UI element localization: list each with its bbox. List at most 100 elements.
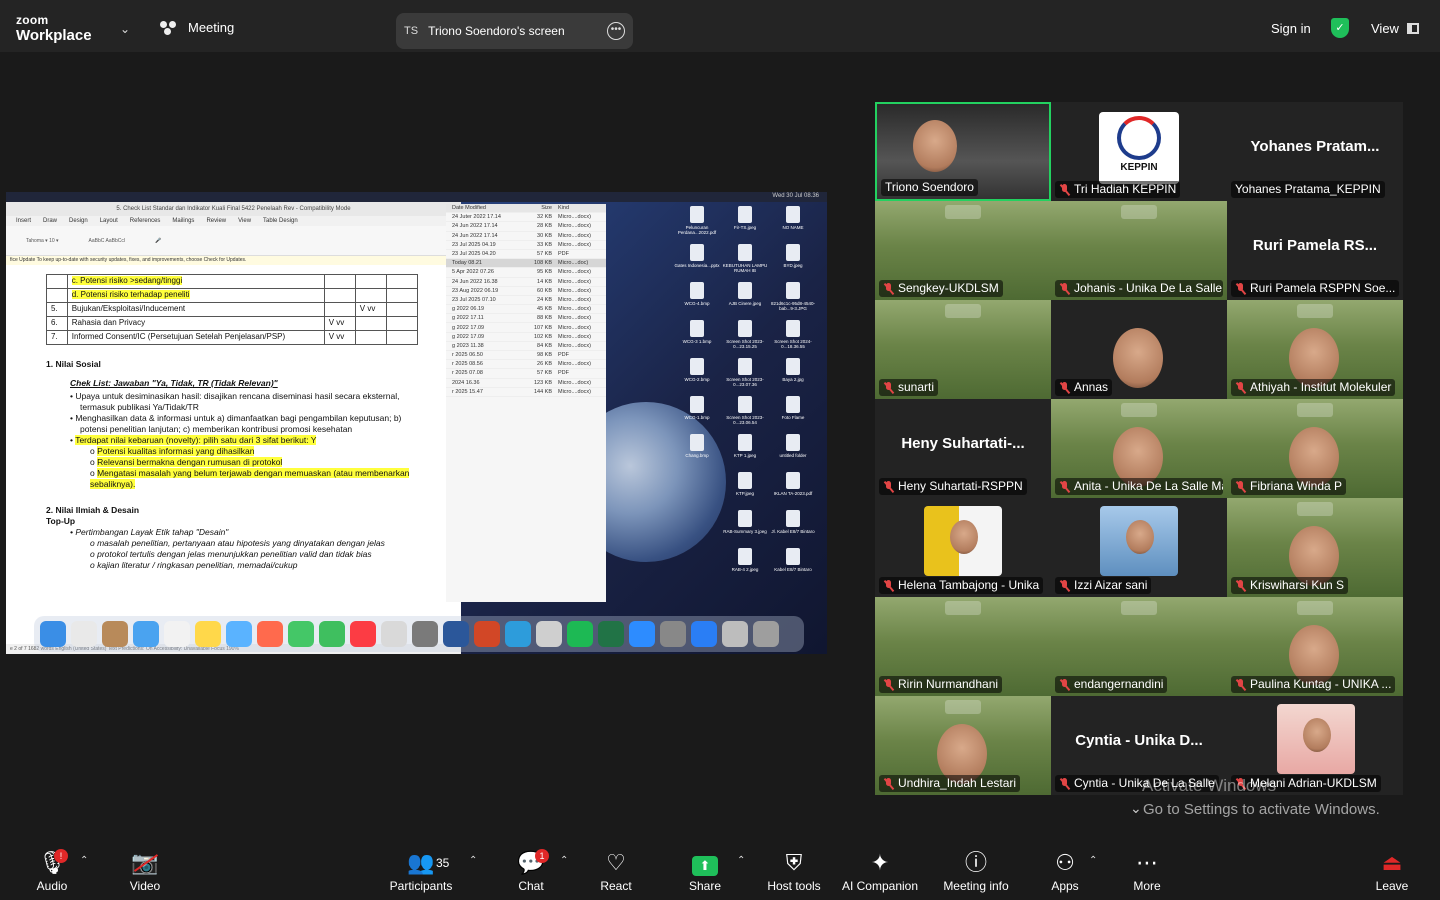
participant-tile[interactable]: Athiyah - Institut Molekuler [1227, 300, 1403, 399]
dock-app-icon[interactable] [474, 621, 500, 647]
desktop-file-icon[interactable]: 821d6c1c-95d8-4540-bab...9-3.JPG [770, 282, 816, 311]
host-tools-button[interactable]: ⛨ Host tools [764, 849, 824, 893]
finder-file-row[interactable]: r 2025 07.08 57 KB PDF [446, 369, 606, 379]
dock-app-icon[interactable] [660, 621, 686, 647]
dock-app-icon[interactable] [288, 621, 314, 647]
dock-app-icon[interactable] [443, 621, 469, 647]
desktop-file-icon[interactable]: IKLAN TA-2023.pdf [770, 472, 816, 496]
desktop-file-icon[interactable]: RAB-Summary 3.jpeg [722, 510, 768, 534]
chat-options-caret[interactable]: ⌃ [560, 855, 568, 866]
finder-file-row[interactable]: 5 Apr 2022 07.26 95 KB Micro....docx) [446, 268, 606, 278]
more-button[interactable]: ⋯ More [1130, 849, 1164, 893]
more-options-icon[interactable]: ••• [607, 22, 625, 40]
ribbon-tab[interactable]: View [238, 218, 251, 224]
shared-screen-pill[interactable]: TS Triono Soendoro's screen ••• [396, 13, 633, 49]
finder-file-row[interactable]: r 2025 08.56 26 KB Micro....docx) [446, 360, 606, 370]
participant-tile[interactable]: Izzi Aizar sani [1051, 498, 1227, 597]
shared-screen-content[interactable]: Wed 30 Jul 08.36 5. Check List Standar d… [6, 192, 827, 654]
ai-companion-button[interactable]: ✦ AI Companion [840, 849, 920, 893]
desktop-file-icon[interactable]: Jl. Kabel E8/7 Bintaro [770, 510, 816, 534]
participant-tile[interactable]: Johanis - Unika De La Salle Manado [1051, 201, 1227, 300]
finder-file-row[interactable]: g 2022 17.09 107 KB Micro....docx) [446, 323, 606, 333]
finder-file-row[interactable]: g 2022 17.11 88 KB Micro....docx) [446, 314, 606, 324]
audio-options-caret[interactable]: ⌃ [80, 855, 88, 866]
zoom-workplace-logo[interactable]: zoom Workplace [16, 14, 92, 43]
finder-file-row[interactable]: 24 Juter 2022 17.14 32 KB Micro....docx) [446, 213, 606, 223]
apps-options-caret[interactable]: ⌃ [1089, 855, 1097, 866]
finder-file-row[interactable]: g 2023 11.38 84 KB Micro....docx) [446, 342, 606, 351]
desktop-file-icon[interactable]: Peluncuran Perdana...2022.pdf [674, 206, 720, 235]
dock-app-icon[interactable] [133, 621, 159, 647]
dock-app-icon[interactable] [691, 621, 717, 647]
chat-button[interactable]: 💬 1 Chat [514, 849, 549, 893]
ribbon-tab[interactable]: Mailings [172, 218, 194, 224]
dock-app-icon[interactable] [226, 621, 252, 647]
finder-file-row[interactable]: 23 Jul 2025 04.20 57 KB PDF [446, 250, 606, 260]
ribbon-tab[interactable]: Insert [16, 218, 31, 224]
participant-tile[interactable]: Annas [1051, 300, 1227, 399]
desktop-file-icon[interactable]: NO NAME [770, 206, 816, 230]
desktop-file-icon[interactable]: KEBUTUHAN LAMPU RUMAH IB [722, 244, 768, 273]
audio-button[interactable]: 🎙! Audio [34, 849, 70, 893]
desktop-file-icon[interactable]: WCG-3 1.bmp [674, 320, 720, 344]
participant-tile[interactable]: KEPPIN Tri Hadiah KEPPIN [1051, 102, 1227, 201]
react-button[interactable]: ♡ React [598, 849, 634, 893]
dock-app-icon[interactable] [195, 621, 221, 647]
desktop-file-icon[interactable]: Screen Shot 2023-0...23.06.54 [722, 396, 768, 425]
participant-tile[interactable]: Sengkey-UKDLSM [875, 201, 1051, 300]
desktop-file-icon[interactable]: Screen Shot 2023-0...23.15.25 [722, 320, 768, 349]
share-options-caret[interactable]: ⌃ [737, 855, 745, 866]
desktop-file-icon[interactable]: Screen Shot 2024-0...18.36.55 [770, 320, 816, 349]
ribbon-tab[interactable]: Layout [100, 218, 118, 224]
participant-tile[interactable]: Anita - Unika De La Salle Manado [1051, 399, 1227, 498]
dock-app-icon[interactable] [102, 621, 128, 647]
desktop-file-icon[interactable]: Chang.bmp [674, 434, 720, 458]
dock-app-icon[interactable] [536, 621, 562, 647]
desktop-file-icon[interactable]: KTP.jpeg [722, 472, 768, 496]
desktop-file-icon[interactable]: Foto Flame [770, 396, 816, 420]
dock-app-icon[interactable] [412, 621, 438, 647]
dock-app-icon[interactable] [40, 621, 66, 647]
finder-file-row[interactable]: 23 Jul 2025 07.10 24 KB Micro....docx) [446, 296, 606, 306]
apps-button[interactable]: ⚇ Apps [1048, 849, 1082, 893]
dock-app-icon[interactable] [722, 621, 748, 647]
ribbon-tab[interactable]: Table Design [263, 218, 298, 224]
participants-options-caret[interactable]: ⌃ [469, 855, 477, 866]
finder-file-row[interactable]: 23 Jul 2025 04.19 33 KB Micro....docx) [446, 241, 606, 250]
participants-button[interactable]: 👥 35 Participants [388, 849, 454, 893]
dock-app-icon[interactable] [629, 621, 655, 647]
security-shield-icon[interactable]: ✓ [1331, 18, 1349, 38]
dock-app-icon[interactable] [71, 621, 97, 647]
ribbon-tab[interactable]: Draw [43, 218, 57, 224]
participant-tile[interactable]: Ririn Nurmandhani [875, 597, 1051, 696]
desktop-file-icon[interactable]: Kabel E8/7 Bintaro [770, 548, 816, 572]
video-button[interactable]: 📷 Video [126, 849, 164, 893]
leave-button[interactable]: ⏏ Leave [1374, 849, 1410, 893]
desktop-file-icon[interactable]: untitled folder [770, 434, 816, 458]
participant-tile[interactable]: Helena Tambajong - Unika [875, 498, 1051, 597]
participant-tile[interactable]: endangernandini [1051, 597, 1227, 696]
finder-file-row[interactable]: r 2025 06.50 98 KB PDF [446, 351, 606, 361]
finder-file-row[interactable]: 24 Jun 2022 16.38 14 KB Micro....docx) [446, 278, 606, 287]
desktop-file-icon[interactable]: Screen Shot 2023-0...23.07.36 [722, 358, 768, 387]
participant-tile[interactable]: Triono Soendoro [875, 102, 1051, 201]
dock-app-icon[interactable] [257, 621, 283, 647]
desktop-file-icon[interactable]: WCG-4.bmp [674, 282, 720, 306]
desktop-file-icon[interactable]: BYD.jpeg [770, 244, 816, 268]
chevron-down-icon[interactable]: ⌄ [120, 22, 130, 36]
desktop-file-icon[interactable]: Fir-TS.jpeg [722, 206, 768, 230]
desktop-file-icon[interactable]: Baya 2.jpg [770, 358, 816, 382]
participant-tile[interactable]: Ruri Pamela RS... Ruri Pamela RSPPN Soe..… [1227, 201, 1403, 300]
dock-app-icon[interactable] [567, 621, 593, 647]
dock-app-icon[interactable] [598, 621, 624, 647]
sign-in-button[interactable]: Sign in [1271, 21, 1311, 36]
view-button[interactable]: View [1371, 21, 1419, 36]
finder-file-row[interactable]: 23 Aug 2022 06.19 60 KB Micro....docx) [446, 287, 606, 296]
ribbon-tab[interactable]: References [130, 218, 161, 224]
participant-tile[interactable]: Heny Suhartati-... Heny Suhartati-RSPPN [875, 399, 1051, 498]
dock-app-icon[interactable] [350, 621, 376, 647]
desktop-file-icon[interactable]: AJB Cinere.jpeg [722, 282, 768, 306]
desktop-file-icon[interactable]: WCG-1.bmp [674, 396, 720, 420]
finder-file-row[interactable]: g 2022 06.19 45 KB Micro....docx) [446, 305, 606, 315]
share-button[interactable]: ⬆ Share [686, 849, 724, 893]
